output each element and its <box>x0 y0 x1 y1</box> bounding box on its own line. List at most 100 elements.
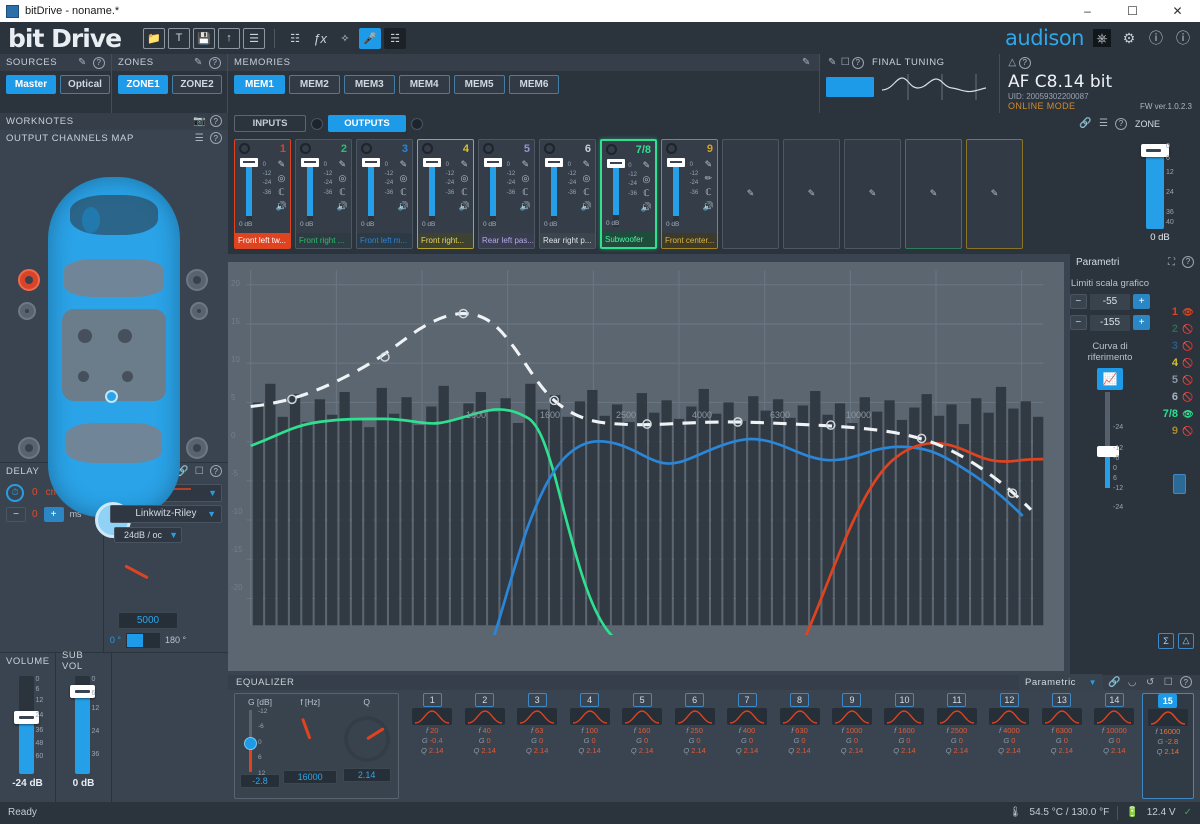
eq-frequency-knob[interactable] <box>283 712 337 766</box>
memory-button-4[interactable]: MEM4 <box>399 75 450 94</box>
phase-icon[interactable]: ℂ <box>278 187 284 198</box>
band-number[interactable]: 13 <box>1052 693 1071 707</box>
channel-strip-empty-2[interactable]: ✎ <box>783 139 840 249</box>
speaker-front-left[interactable] <box>18 269 40 291</box>
reset-icon[interactable]: ↺ <box>1144 676 1157 689</box>
channel-power-dot[interactable] <box>544 143 555 154</box>
eye-icon[interactable]: 👁 <box>1182 408 1194 420</box>
mute-icon[interactable]: 🔊 <box>520 201 531 212</box>
channel-visibility-9[interactable]: 9🚫 <box>1146 423 1194 440</box>
tab-inputs[interactable]: INPUTS <box>234 115 306 132</box>
phase-icon[interactable]: ℂ <box>339 187 345 198</box>
mute-icon[interactable]: 🔊 <box>337 201 348 212</box>
eq-band-6[interactable]: 6 f250 G0 Q2.14 <box>669 693 719 799</box>
channel-strip-9[interactable]: 9 0-12-24-36 ✎✏ℂ🔊 0 dB Front center... <box>661 139 718 249</box>
eq-band-11[interactable]: 11 f2500 G0 Q2.14 <box>932 693 982 799</box>
edit-icon[interactable]: ✎ <box>643 160 651 171</box>
memory-button-5[interactable]: MEM5 <box>454 75 505 94</box>
phase-toggle[interactable] <box>127 634 143 647</box>
channel-name[interactable]: Subwoofer <box>602 232 655 247</box>
sliders-icon[interactable]: ☰ <box>1097 117 1110 130</box>
edit-icon[interactable]: ✎ <box>192 56 205 69</box>
speaker-rear-right[interactable] <box>186 437 208 459</box>
target-icon[interactable]: ◎ <box>338 173 346 184</box>
speaker-rear-left[interactable] <box>18 437 40 459</box>
eq-band-9[interactable]: 9 f1000 G0 Q2.14 <box>827 693 877 799</box>
listening-position[interactable] <box>105 390 118 403</box>
mute-icon[interactable]: 🔊 <box>641 202 652 213</box>
channel-strip-5[interactable]: 5 0-12-24-36 ✎◎ℂ🔊 0 dB Rear left pas... <box>478 139 535 249</box>
eq-band-3[interactable]: 3 f63 G0 Q2.14 <box>512 693 562 799</box>
edit-icon[interactable]: ✎ <box>991 188 999 199</box>
speaker-mid-right[interactable] <box>190 302 208 320</box>
help-icon[interactable]: ? <box>210 115 222 127</box>
mute-icon[interactable]: 🔊 <box>398 201 409 212</box>
channel-name[interactable]: Front left tw... <box>235 233 290 248</box>
channel-power-dot[interactable] <box>422 143 433 154</box>
mute-icon[interactable]: 🔊 <box>459 201 470 212</box>
channel-strip-1[interactable]: 1 0-12-24-36 ✎◎ℂ🔊 0 dB Front left tw... <box>234 139 291 249</box>
eq-band-1[interactable]: 1 f20 G-0.4 Q2.14 <box>407 693 457 799</box>
edit-icon[interactable]: ✎ <box>339 159 347 170</box>
edit-icon[interactable]: ✎ <box>800 56 813 69</box>
target-icon[interactable]: ◎ <box>460 173 468 184</box>
help-icon[interactable]: ? <box>1182 256 1194 268</box>
graph-scroll-handle[interactable] <box>1173 474 1186 494</box>
eye-slash-icon[interactable]: 🚫 <box>1182 323 1194 335</box>
scale-max-decrement[interactable]: − <box>1070 294 1087 309</box>
channel-name[interactable]: Rear right p... <box>540 233 595 248</box>
target-icon[interactable]: ◎ <box>277 173 285 184</box>
help-icon[interactable]: ? <box>210 465 222 477</box>
upload-icon[interactable]: ↑ <box>218 28 240 49</box>
target-icon[interactable]: ◎ <box>642 174 650 185</box>
memory-button-2[interactable]: MEM2 <box>289 75 340 94</box>
band-number[interactable]: 15 <box>1158 694 1177 708</box>
edit-icon[interactable]: ✎ <box>705 159 713 170</box>
list-icon[interactable]: ☰ <box>243 28 265 49</box>
eye-slash-icon[interactable]: 🚫 <box>1182 391 1194 403</box>
info-icon[interactable]: ⓘ <box>1174 29 1192 47</box>
copy-icon[interactable]: ☐ <box>1162 676 1175 689</box>
edit-icon[interactable]: ✎ <box>869 188 877 199</box>
fx-icon[interactable]: ƒx <box>309 28 331 49</box>
reference-curve-button[interactable]: 📈 <box>1097 368 1123 390</box>
memory-button-1[interactable]: MEM1 <box>234 75 285 94</box>
channel-strip-4[interactable]: 4 0-12-24-36 ✎◎ℂ🔊 0 dB Front right... <box>417 139 474 249</box>
channel-strip-6[interactable]: 6 0-12-24-36 ✎◎ℂ🔊 0 dB Rear right p... <box>539 139 596 249</box>
curve-icon[interactable]: ◡ <box>1126 676 1139 689</box>
sum-icon[interactable]: Σ <box>1158 633 1174 649</box>
zone-fader[interactable]: 06 1224 3640 <box>1140 143 1180 229</box>
eq-band-15[interactable]: 15 f16000 G-2.8 Q2.14 <box>1142 693 1194 799</box>
band-number[interactable]: 1 <box>423 693 442 707</box>
speaker-front-right[interactable] <box>186 269 208 291</box>
final-tuning-swatch[interactable] <box>826 77 874 97</box>
speaker-mid-left[interactable] <box>18 302 36 320</box>
scale-min-decrement[interactable]: − <box>1070 315 1087 330</box>
crossover-filter-select[interactable]: Linkwitz-Riley ▼ <box>110 505 222 523</box>
nodes-icon[interactable]: ☷ <box>284 28 306 49</box>
zone1-button[interactable]: ZONE1 <box>118 75 168 94</box>
volume-fader[interactable]: 06 1224 3648 60 <box>11 676 45 774</box>
channel-strip-empty-4[interactable]: ✎ <box>905 139 962 249</box>
band-number[interactable]: 11 <box>947 693 966 707</box>
band-number[interactable]: 5 <box>633 693 652 707</box>
minimize-button[interactable]: – <box>1065 0 1110 22</box>
tab-outputs[interactable]: OUTPUTS <box>328 115 406 132</box>
phase-icon[interactable]: ℂ <box>705 187 711 198</box>
band-number[interactable]: 6 <box>685 693 704 707</box>
equalizer-mode-select[interactable]: Parametric ▼ <box>1019 674 1103 691</box>
channel-name[interactable]: Rear left pas... <box>479 233 534 248</box>
band-number[interactable]: 4 <box>580 693 599 707</box>
eq-band-13[interactable]: 13 f6300 G0 Q2.14 <box>1037 693 1087 799</box>
channel-strip-2[interactable]: 2 0-12-24-36 ✎◎ℂ🔊 0 dB Front right ... <box>295 139 352 249</box>
eye-icon[interactable]: 👁 <box>1182 306 1194 318</box>
new-doc-icon[interactable]: T <box>168 28 190 49</box>
edit-icon[interactable]: ✎ <box>76 56 89 69</box>
save-icon[interactable]: 💾 <box>193 28 215 49</box>
channel-visibility-6[interactable]: 6🚫 <box>1146 389 1194 406</box>
phase-icon[interactable]: ℂ <box>643 188 649 199</box>
q-value[interactable]: 2.14 <box>343 768 391 782</box>
camera-icon[interactable]: 📷 <box>193 115 206 128</box>
wand-icon[interactable]: ✧ <box>334 28 356 49</box>
edit-icon[interactable]: ✎ <box>826 56 839 69</box>
